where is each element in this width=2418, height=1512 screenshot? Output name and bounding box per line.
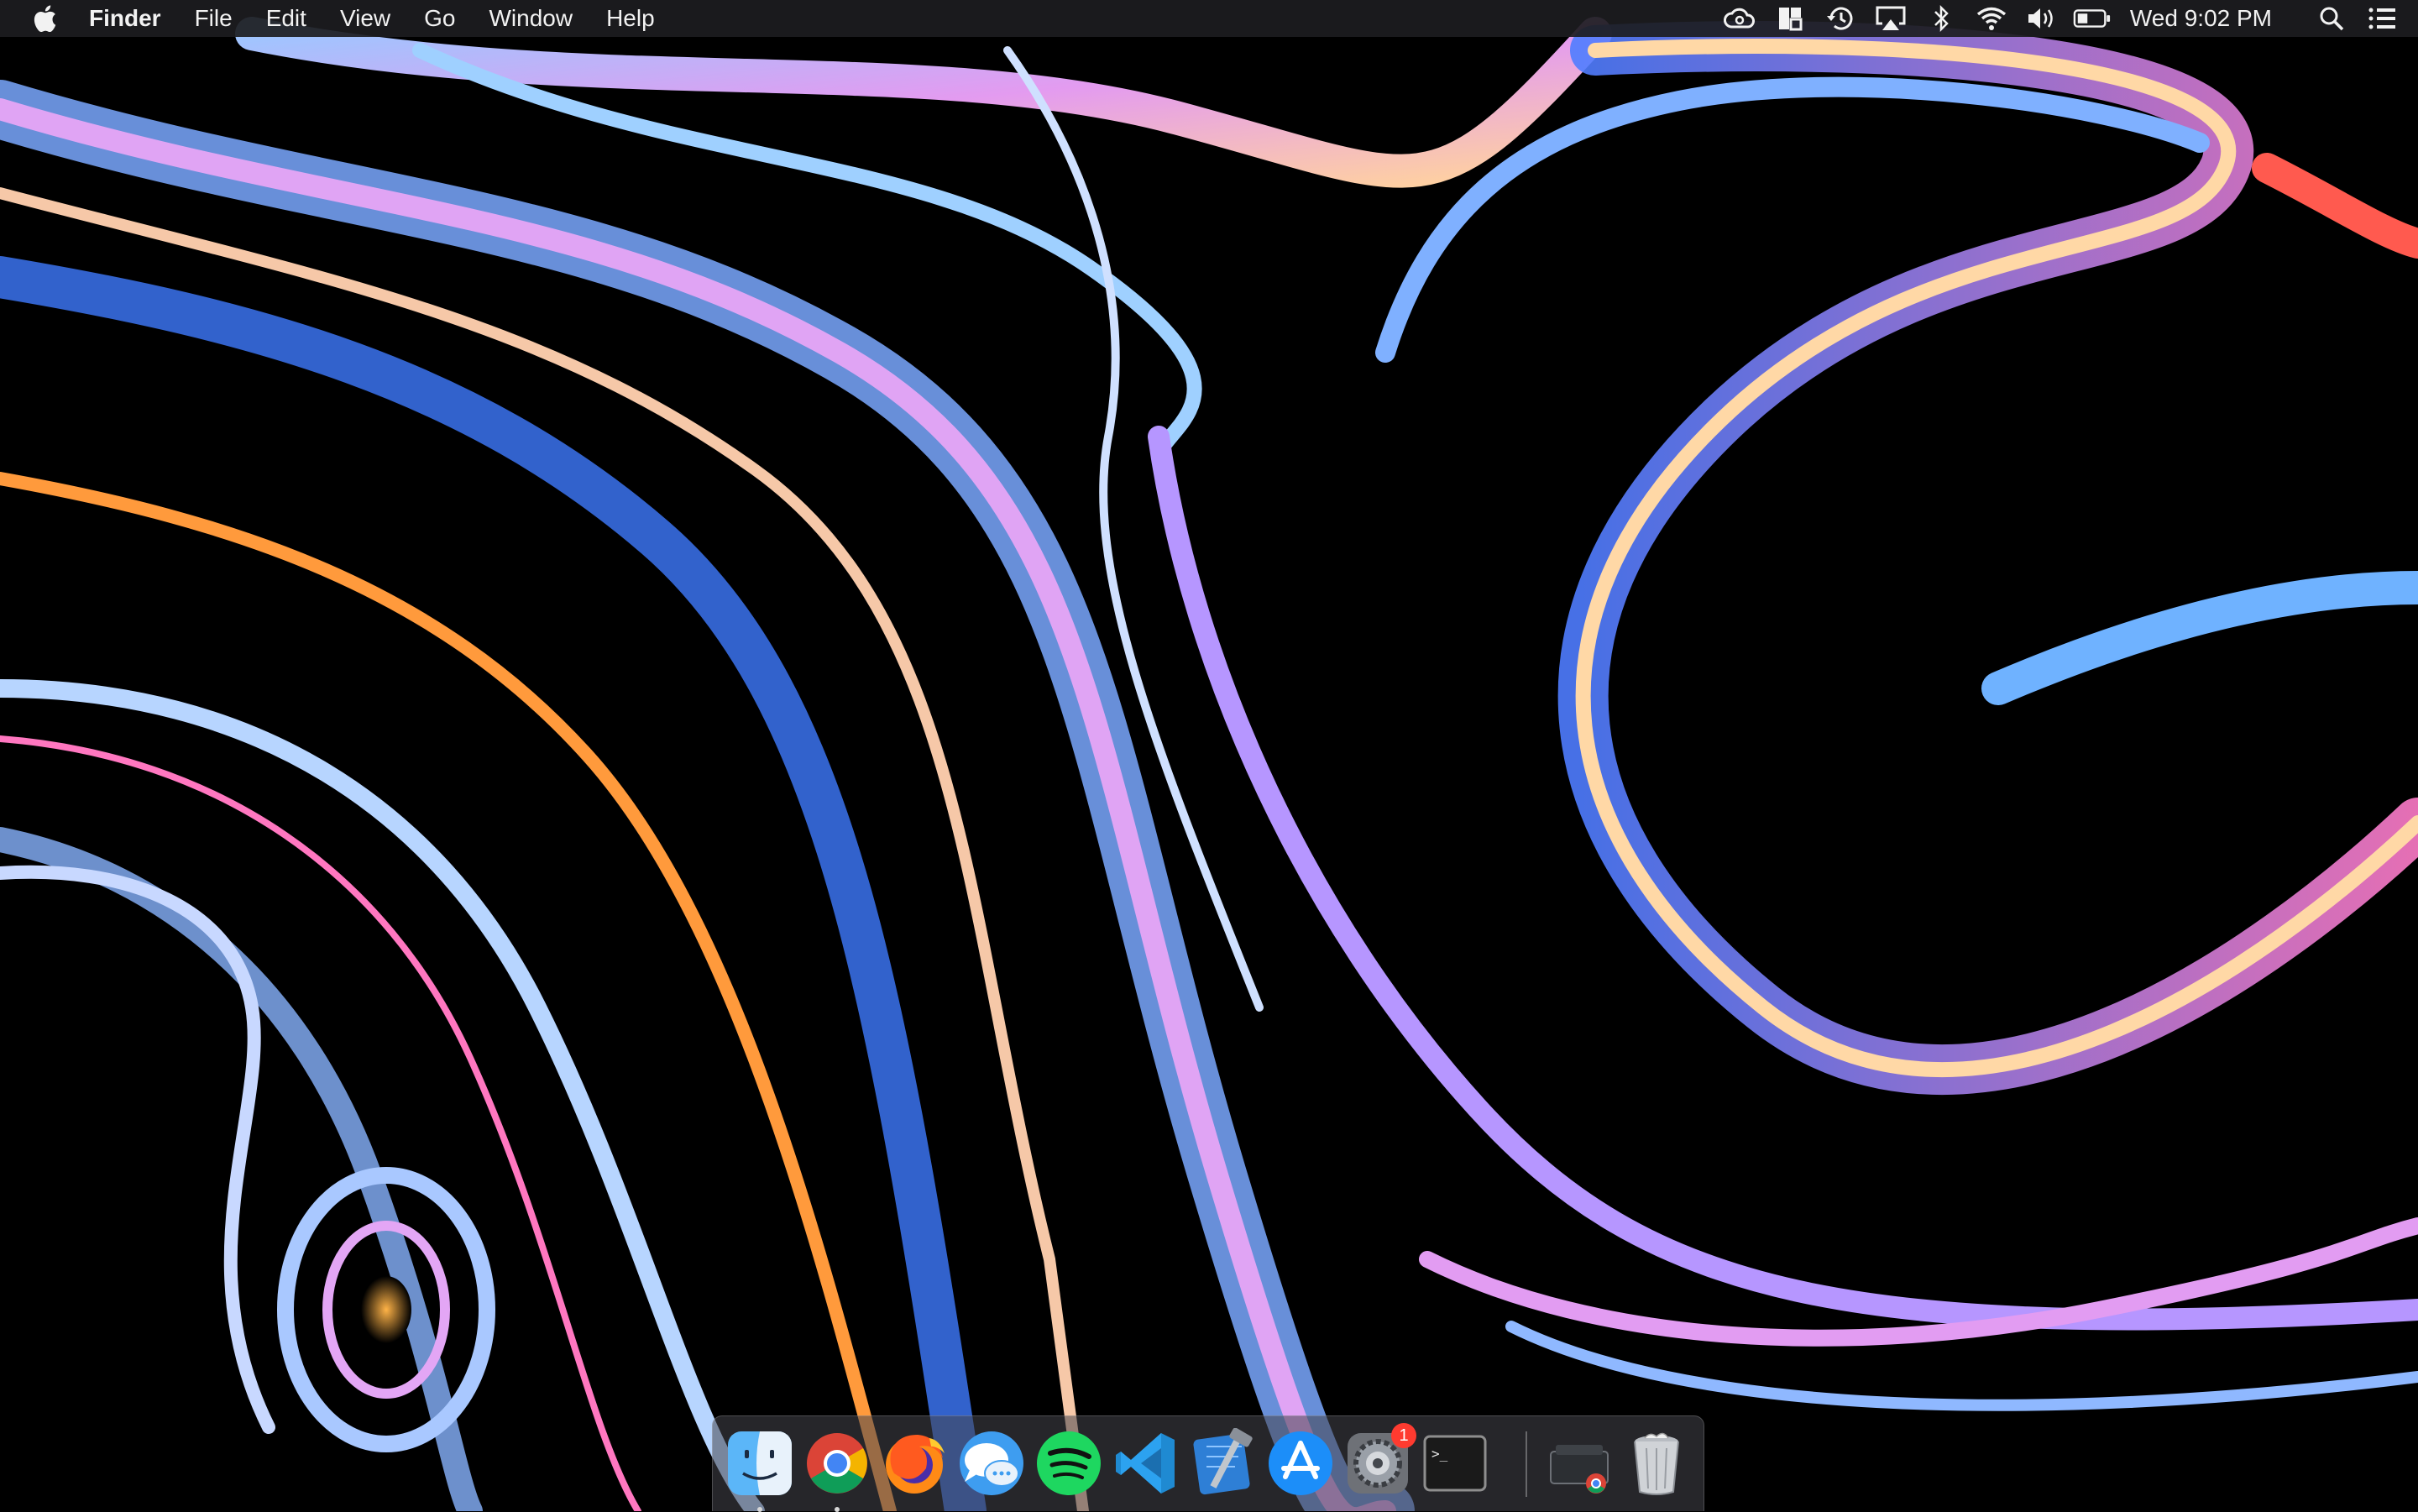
xcode-icon [1193, 1428, 1253, 1495]
menu-view[interactable]: View [340, 0, 390, 37]
volume-icon[interactable] [2023, 0, 2061, 37]
downloads-stack-icon [1550, 1445, 1609, 1494]
time-machine-icon[interactable] [1821, 0, 1860, 37]
notification-badge: 1 [1391, 1423, 1416, 1448]
menu-help[interactable]: Help [606, 0, 655, 37]
dock-trash[interactable] [1621, 1428, 1692, 1499]
notification-center-icon[interactable] [2363, 0, 2401, 37]
menu-bar: Finder File Edit View Go Window Help Wed… [0, 0, 2418, 37]
creative-cloud-icon[interactable] [1720, 0, 1759, 37]
firefox-icon [886, 1435, 945, 1494]
spotify-icon [1037, 1431, 1101, 1495]
menu-app-name[interactable]: Finder [89, 0, 161, 37]
chrome-icon [807, 1433, 867, 1494]
dock-separator [1526, 1431, 1527, 1497]
bluetooth-icon[interactable] [1922, 0, 1960, 37]
dock-finder[interactable] [725, 1428, 795, 1512]
desktop-wallpaper [0, 0, 2418, 1511]
apple-menu-icon[interactable] [32, 0, 65, 37]
menu-go[interactable]: Go [424, 0, 455, 37]
menu-window[interactable]: Window [489, 0, 573, 37]
vscode-icon [1116, 1433, 1175, 1494]
dock-system-preferences[interactable]: 1 [1342, 1423, 1416, 1499]
window-manager-icon[interactable] [1771, 0, 1809, 37]
dock-messages[interactable] [956, 1428, 1027, 1499]
running-indicator [835, 1507, 840, 1512]
dock-vscode[interactable] [1111, 1428, 1181, 1499]
dock-spotify[interactable] [1034, 1428, 1104, 1499]
dock-app-store[interactable] [1265, 1428, 1336, 1499]
dock-xcode[interactable] [1188, 1428, 1259, 1499]
menu-file[interactable]: File [195, 0, 233, 37]
battery-icon[interactable] [2073, 0, 2112, 37]
menu-clock[interactable]: Wed 9:02 PM [2130, 0, 2272, 37]
airplay-icon[interactable] [1871, 0, 1910, 37]
running-indicator [757, 1507, 762, 1512]
spotlight-search-icon[interactable] [2312, 0, 2351, 37]
terminal-prompt: >_ [1431, 1446, 1448, 1462]
messages-icon [960, 1431, 1023, 1495]
dock-chrome[interactable] [802, 1428, 872, 1512]
dock-firefox[interactable] [879, 1428, 950, 1499]
dock-terminal[interactable]: >_ [1420, 1428, 1490, 1499]
trash-icon [1634, 1432, 1679, 1495]
app-store-icon [1269, 1431, 1332, 1495]
dock: 1 >_ [712, 1415, 1704, 1512]
finder-icon [728, 1431, 792, 1495]
wifi-icon[interactable] [1972, 0, 2011, 37]
dock-downloads-stack[interactable] [1544, 1428, 1615, 1499]
menu-edit[interactable]: Edit [266, 0, 306, 37]
terminal-icon: >_ [1423, 1435, 1487, 1492]
